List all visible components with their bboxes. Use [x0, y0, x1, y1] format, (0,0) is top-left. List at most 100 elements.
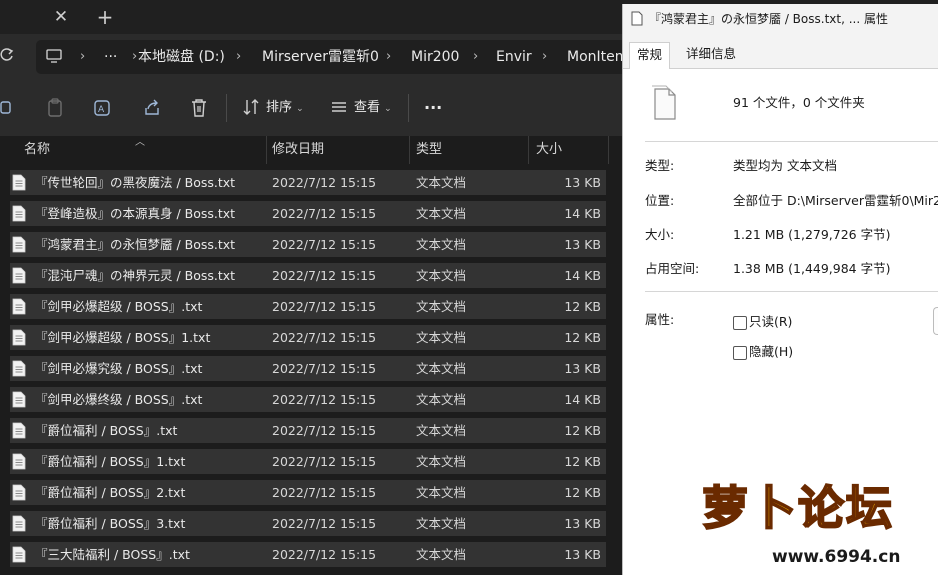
breadcrumb-item-drive[interactable]: 本地磁盘 (D:) — [138, 49, 225, 65]
file-name: 『剑甲必爆终级 / BOSS』.txt — [35, 392, 203, 407]
file-type: 文本文档 — [416, 423, 467, 438]
toolbar-divider — [226, 94, 227, 122]
chevron-down-icon: ⌄ — [296, 104, 304, 114]
file-row[interactable]: 『登峰造极』の本源真身 / Boss.txt 2022/7/12 15:15 文本文… — [10, 201, 606, 226]
breadcrumb-more[interactable]: ··· — [104, 49, 117, 65]
hidden-checkbox[interactable] — [733, 346, 747, 360]
column-divider[interactable] — [266, 136, 267, 164]
column-divider[interactable] — [528, 136, 529, 164]
file-type: 文本文档 — [416, 299, 467, 314]
watermark-url: www.6994.cn — [772, 547, 901, 567]
hidden-label[interactable]: 隐藏(H) — [749, 344, 793, 360]
file-row[interactable]: 『剑甲必爆究级 / BOSS』.txt 2022/7/12 15:15 文本文档 13… — [10, 356, 606, 381]
new-tab-button[interactable]: + — [94, 6, 116, 28]
paste-icon[interactable] — [46, 98, 66, 118]
column-size[interactable]: 大小 — [536, 142, 562, 158]
file-size: 14 KB — [564, 206, 601, 221]
computer-icon — [46, 49, 62, 63]
file-size: 12 KB — [564, 330, 601, 345]
file-date: 2022/7/12 15:15 — [272, 175, 377, 190]
file-row[interactable]: 『剑甲必爆超级 / BOSS』1.txt 2022/7/12 15:15 文本文档 1… — [10, 325, 606, 350]
delete-icon[interactable] — [190, 98, 210, 118]
file-count: 91 个文件，0 个文件夹 — [733, 95, 865, 110]
type-label: 类型: — [645, 158, 675, 173]
more-options-button[interactable]: ··· — [424, 98, 442, 118]
view-button[interactable]: 查看 ⌄ — [354, 98, 392, 118]
text-file-icon — [12, 422, 26, 439]
chevron-right-icon: › — [542, 49, 548, 64]
file-row[interactable]: 『三大陆福利 / BOSS』.txt 2022/7/12 15:15 文本文档 13 … — [10, 542, 606, 567]
column-type[interactable]: 类型 — [416, 142, 442, 158]
file-size: 12 KB — [564, 423, 601, 438]
multiple-files-icon — [651, 85, 679, 121]
tab-general[interactable]: 常规 — [629, 42, 671, 70]
breadcrumb[interactable]: › ··· › 本地磁盘 (D:) › Mirserver雷霆斩0 › Mir2… — [36, 40, 636, 74]
column-divider[interactable] — [409, 136, 410, 164]
file-name: 『剑甲必爆超级 / BOSS』1.txt — [35, 330, 211, 345]
view-label: 查看 — [354, 100, 381, 115]
file-row[interactable]: 『爵位福利 / BOSS』.txt 2022/7/12 15:15 文本文档 12 K… — [10, 418, 606, 443]
svg-text:A: A — [98, 105, 105, 115]
dialog-title-bar[interactable]: 『鸿蒙君主』の永恒梦靥 / Boss.txt, ... 属性 — [623, 4, 938, 34]
breadcrumb-item-mir200[interactable]: Mir200 — [411, 49, 459, 65]
file-row[interactable]: 『爵位福利 / BOSS』2.txt 2022/7/12 15:15 文本文档 12 … — [10, 480, 606, 505]
file-type: 文本文档 — [416, 392, 467, 407]
column-date[interactable]: 修改日期 — [272, 142, 324, 158]
file-row[interactable]: 『鸿蒙君主』の永恒梦靥 / Boss.txt 2022/7/12 15:15 文本文… — [10, 232, 606, 257]
breadcrumb-item-envir[interactable]: Envir — [496, 49, 532, 65]
location-label: 位置: — [645, 193, 675, 208]
size-value: 1.21 MB (1,279,726 字节) — [733, 227, 891, 242]
share-icon[interactable] — [142, 98, 162, 118]
copy-icon[interactable] — [0, 98, 20, 118]
watermark-logo: 萝卜论坛 www.6994.cn — [688, 474, 938, 574]
file-row[interactable]: 『爵位福利 / BOSS』1.txt 2022/7/12 15:15 文本文档 12 … — [10, 449, 606, 474]
file-type: 文本文档 — [416, 237, 467, 252]
file-name: 『混沌尸魂』の神界元灵 / Boss.txt — [35, 268, 236, 283]
file-name: 『鸿蒙君主』の永恒梦靥 / Boss.txt — [35, 237, 236, 252]
file-size: 14 KB — [564, 268, 601, 283]
file-date: 2022/7/12 15:15 — [272, 485, 377, 500]
file-size: 13 KB — [564, 516, 601, 531]
file-row[interactable]: 『传世轮回』の黑夜魔法 / Boss.txt 2022/7/12 15:15 文本文… — [10, 170, 606, 195]
file-row[interactable]: 『混沌尸魂』の神界元灵 / Boss.txt 2022/7/12 15:15 文本文… — [10, 263, 606, 288]
file-name: 『传世轮回』の黑夜魔法 / Boss.txt — [35, 175, 236, 190]
sort-button[interactable]: 排序 ⌄ — [266, 98, 304, 118]
file-date: 2022/7/12 15:15 — [272, 547, 377, 562]
file-row[interactable]: 『爵位福利 / BOSS』3.txt 2022/7/12 15:15 文本文档 13 … — [10, 511, 606, 536]
file-size: 13 KB — [564, 547, 601, 562]
file-row[interactable]: 『剑甲必爆终级 / BOSS』.txt 2022/7/12 15:15 文本文档 14… — [10, 387, 606, 412]
text-file-icon — [12, 484, 26, 501]
close-tab-icon[interactable]: ✕ — [52, 7, 70, 27]
file-name: 『爵位福利 / BOSS』.txt — [35, 423, 178, 438]
file-size: 14 KB — [564, 392, 601, 407]
file-row[interactable]: 『剑甲必爆超级 / BOSS』.txt 2022/7/12 15:15 文本文档 12… — [10, 294, 606, 319]
size-label: 大小: — [645, 227, 675, 242]
tab-details[interactable]: 详细信息 — [679, 42, 743, 67]
column-name[interactable]: 名称 — [24, 142, 50, 158]
readonly-checkbox[interactable] — [733, 316, 747, 330]
column-divider[interactable] — [608, 136, 609, 164]
breadcrumb-item-mirserver[interactable]: Mirserver雷霆斩0 — [262, 49, 379, 65]
chevron-down-icon: ⌄ — [384, 104, 392, 114]
file-date: 2022/7/12 15:15 — [272, 299, 377, 314]
advanced-button[interactable] — [933, 307, 938, 335]
attributes-label: 属性: — [645, 312, 675, 327]
file-name: 『爵位福利 / BOSS』1.txt — [35, 454, 186, 469]
refresh-icon[interactable] — [0, 46, 14, 66]
breadcrumb-item-monitem[interactable]: MonItem — [567, 49, 628, 65]
file-type: 文本文档 — [416, 206, 467, 221]
chevron-right-icon: › — [386, 49, 392, 64]
file-date: 2022/7/12 15:15 — [272, 330, 377, 345]
text-file-icon — [12, 360, 26, 377]
file-date: 2022/7/12 15:15 — [272, 361, 377, 376]
text-file-icon — [12, 174, 26, 191]
file-size: 13 KB — [564, 361, 601, 376]
file-date: 2022/7/12 15:15 — [272, 392, 377, 407]
text-file-icon — [12, 236, 26, 253]
readonly-label[interactable]: 只读(R) — [749, 314, 792, 330]
file-date: 2022/7/12 15:15 — [272, 423, 377, 438]
file-name: 『爵位福利 / BOSS』2.txt — [35, 485, 186, 500]
file-type: 文本文档 — [416, 547, 467, 562]
chevron-right-icon: › — [132, 49, 138, 64]
rename-icon[interactable]: A — [93, 98, 113, 118]
